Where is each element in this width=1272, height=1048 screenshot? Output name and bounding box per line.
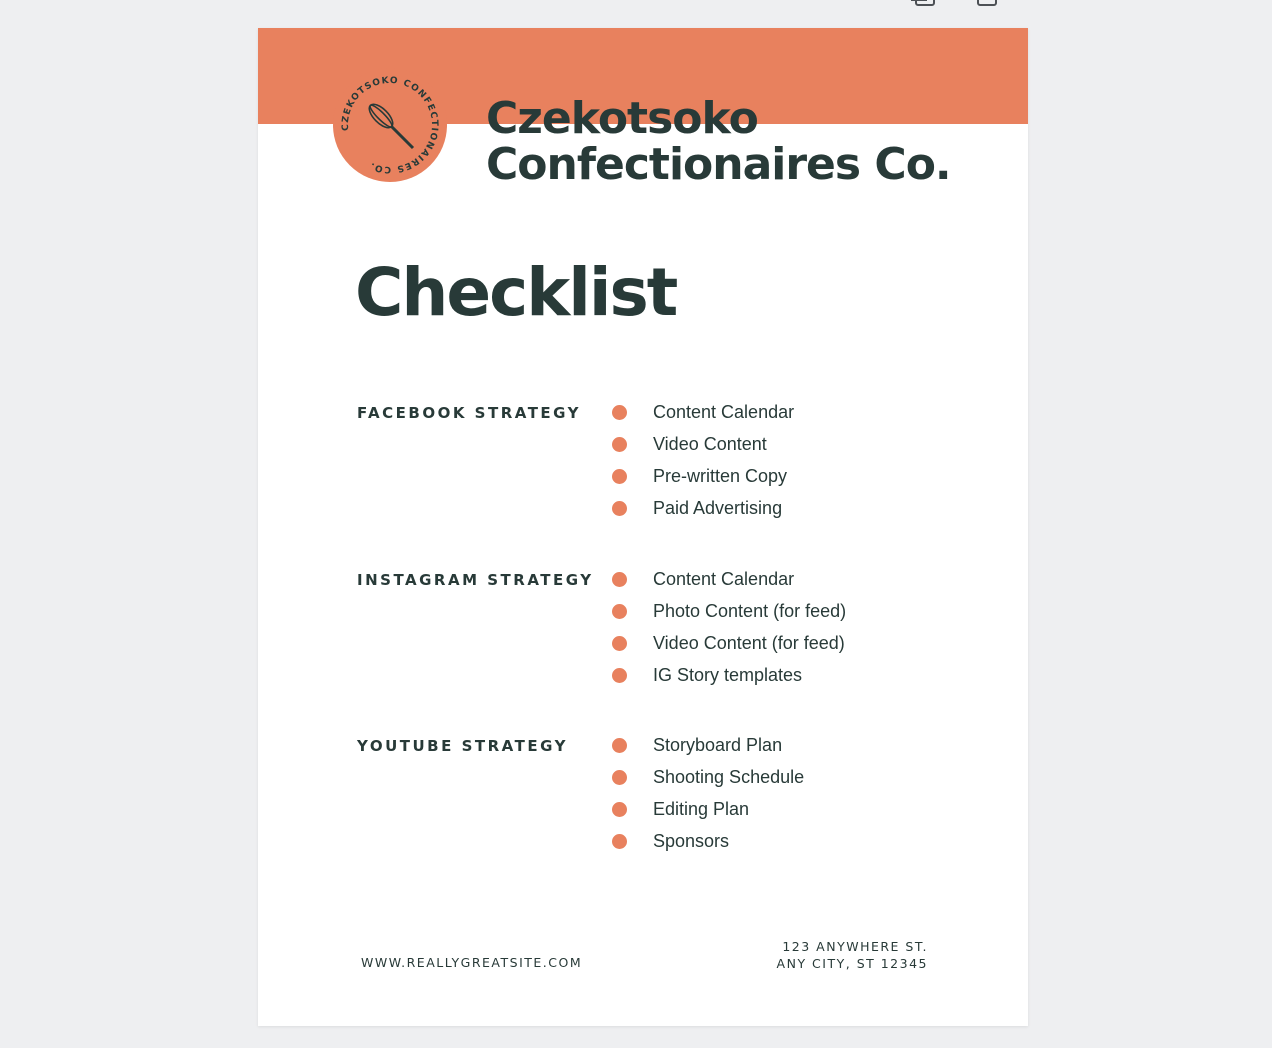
logo-badge: CZEKOTSOKO CONFECTIONAIRES CO. [330, 65, 450, 185]
company-name-line2: Confectionaires Co. [486, 139, 952, 190]
bullet-dot-icon [612, 603, 627, 619]
list-item[interactable]: Photo Content (for feed) [612, 595, 846, 627]
page-toolbar [911, 0, 997, 6]
list-item[interactable]: Storyboard Plan [612, 729, 804, 761]
list-item[interactable]: Shooting Schedule [612, 761, 804, 793]
checklist: Content Calendar Video Content Pre-writt… [612, 402, 794, 524]
duplicate-page-icon[interactable] [911, 0, 935, 6]
page-title: Checklist [355, 254, 678, 331]
item-label: Paid Advertising [653, 497, 783, 518]
whisk-icon [368, 103, 415, 150]
checklist: Content Calendar Photo Content (for feed… [612, 569, 846, 691]
list-item[interactable]: Content Calendar [612, 563, 846, 595]
company-name: Czekotsoko Confectionaires Co. [486, 93, 952, 190]
list-item[interactable]: Sponsors [612, 825, 804, 857]
bullet-dot-icon [612, 468, 627, 484]
item-label: Pre-written Copy [653, 465, 788, 486]
list-item[interactable]: IG Story templates [612, 659, 846, 691]
list-item[interactable]: Content Calendar [612, 396, 794, 428]
item-label: Photo Content (for feed) [653, 600, 847, 621]
address-line1: 123 ANYWHERE ST. [782, 939, 928, 954]
logo-ring-text: CZEKOTSOKO CONFECTIONAIRES CO. [333, 68, 447, 182]
bullet-dot-icon [612, 667, 627, 683]
item-label: Content Calendar [653, 568, 795, 589]
section-label: FACEBOOK STRATEGY [357, 404, 582, 422]
bullet-dot-icon [612, 571, 627, 587]
bullet-dot-icon [612, 404, 627, 420]
add-page-icon[interactable] [977, 0, 997, 6]
address-line2: ANY CITY, ST 12345 [776, 956, 928, 971]
bullet-dot-icon [612, 500, 627, 516]
bullet-dot-icon [612, 737, 627, 753]
item-label: Storyboard Plan [653, 734, 783, 755]
section-label: INSTAGRAM STRATEGY [357, 571, 594, 589]
section-label: YOUTUBE STRATEGY [357, 737, 568, 755]
footer-website: WWW.REALLYGREATSITE.COM [361, 955, 583, 970]
list-item[interactable]: Editing Plan [612, 793, 804, 825]
item-label: Video Content [653, 433, 767, 454]
item-label: Sponsors [653, 830, 730, 851]
bullet-dot-icon [612, 769, 627, 785]
list-item[interactable]: Pre-written Copy [612, 460, 794, 492]
checklist: Storyboard Plan Shooting Schedule Editin… [612, 735, 804, 857]
list-item[interactable]: Video Content (for feed) [612, 627, 846, 659]
bullet-dot-icon [612, 635, 627, 651]
item-label: Video Content (for feed) [653, 632, 845, 653]
footer-address: 123 ANYWHERE ST. ANY CITY, ST 12345 [777, 938, 928, 972]
document-page: CZEKOTSOKO CONFECTIONAIRES CO. Czekotsok… [258, 28, 1028, 1026]
logo-svg: CZEKOTSOKO CONFECTIONAIRES CO. [330, 65, 450, 185]
list-item[interactable]: Video Content [612, 428, 794, 460]
bullet-dot-icon [612, 436, 627, 452]
company-name-line1: Czekotsoko [486, 93, 759, 144]
list-item[interactable]: Paid Advertising [612, 492, 794, 524]
item-label: Content Calendar [653, 401, 795, 422]
item-label: Editing Plan [653, 798, 750, 819]
bullet-dot-icon [612, 833, 627, 849]
bullet-dot-icon [612, 801, 627, 817]
item-label: Shooting Schedule [653, 766, 805, 787]
item-label: IG Story templates [653, 664, 803, 685]
